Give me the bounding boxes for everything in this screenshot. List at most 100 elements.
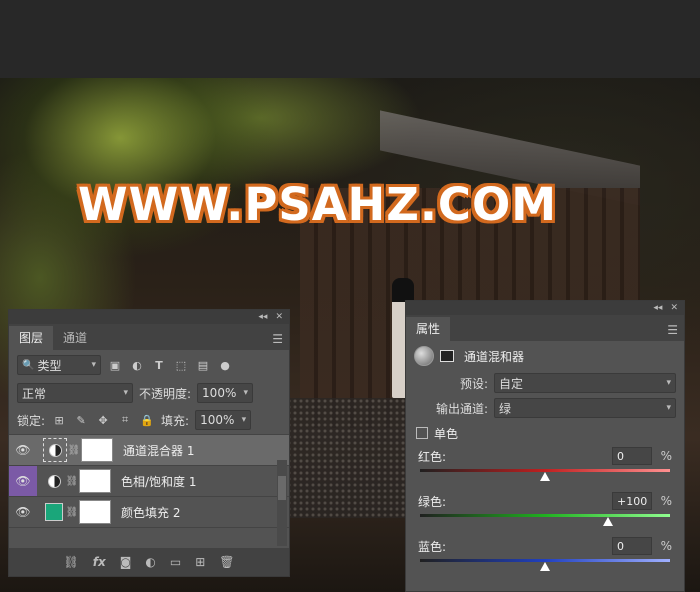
adjustment-filter-icon[interactable]: ◐ [129,357,145,373]
fx-button[interactable]: fx [93,555,106,569]
kind-filter-select[interactable]: 🔍 类型 ▾ [17,355,101,375]
output-channel-label: 输出通道: [435,401,488,416]
fill-color-swatch [45,503,63,521]
adjustment-layer-icon [43,470,65,492]
layer-name: 通道混合器 1 [123,443,195,458]
slider-value-input[interactable]: 0 [612,537,652,555]
opacity-value: 100% [202,386,237,400]
preset-row: 预设: 自定 ▾ [406,371,684,395]
slider-label-row: 红色: 0 % [406,445,684,467]
output-channel-value: 绿 [499,401,512,416]
layer-name: 色相/饱和度 1 [121,474,197,489]
artboard-icon[interactable]: ⌗ [117,412,133,428]
image-filter-icon[interactable]: ▣ [107,357,123,373]
new-adjustment-icon[interactable]: ◐ [145,555,155,569]
link-chain-icon: ⛓ [67,444,81,456]
monochrome-checkbox[interactable] [416,427,428,439]
layer-row-hue-saturation[interactable]: 👁 ⛓ 色相/饱和度 1 [9,465,289,496]
gravel-ground [280,398,420,518]
output-channel-select[interactable]: 绿 ▾ [494,398,676,418]
lock-all-icon[interactable]: 🔒 [139,412,155,428]
visibility-eye-icon[interactable]: 👁 [9,466,37,496]
panel-menu-icon[interactable]: ☰ [272,332,283,346]
slider-label: 绿色: [418,494,447,509]
slider-list: 红色: 0 % 绿色: +100 % 蓝色: 0 % [406,445,684,571]
chevron-down-icon: ▾ [243,388,249,398]
slider-label: 红色: [418,449,447,464]
layers-footer: ⛓ fx ◙ ◐ ▭ ⊞ 🗑 [9,548,289,576]
close-icon[interactable]: ✕ [670,303,678,313]
new-group-icon[interactable]: ▭ [170,555,181,569]
blend-mode-select[interactable]: 正常 ▾ [17,383,133,403]
layer-mask-thumbnail [81,438,113,462]
opacity-input[interactable]: 100% ▾ [197,383,254,403]
visibility-eye-icon[interactable]: 👁 [9,505,37,519]
slider-red: 红色: 0 % [406,445,684,481]
mask-icon[interactable] [440,350,454,362]
blend-row: 正常 ▾ 不透明度: 100% ▾ [9,380,289,406]
filter-toggle-icon[interactable]: ● [217,357,233,373]
chevron-down-icon: ▾ [666,403,671,413]
properties-title-row: 通道混和器 [406,341,684,371]
lock-position-icon[interactable]: ✥ [95,412,111,428]
slider-track[interactable] [420,514,670,526]
chevron-down-icon: ▾ [241,415,247,425]
lock-transparent-icon[interactable]: ⊞ [51,412,67,428]
link-chain-icon: ⛓ [65,475,79,487]
percent-sign: % [660,494,672,508]
slider-knob[interactable] [540,472,550,481]
collapse-icon[interactable]: ◂◂ [653,303,662,313]
shape-filter-icon[interactable]: ⬚ [173,357,189,373]
link-layers-icon[interactable]: ⛓ [64,555,79,569]
scrollbar-thumb[interactable] [278,476,286,500]
opacity-label: 不透明度: [139,386,192,401]
slider-track[interactable] [420,559,670,571]
properties-panel: ◂◂ ✕ 属性 ☰ 通道混和器 预设: 自定 ▾ 输出通道: 绿 ▾ 单色 红色… [405,300,685,592]
properties-tabbar: 属性 ☰ [406,315,684,341]
layers-panel: ◂◂ ✕ 图层 通道 ☰ 🔍 类型 ▾ ▣ ◐ T ⬚ ▤ ● 正常 ▾ 不透明… [8,309,290,577]
slider-value-input[interactable]: 0 [612,447,652,465]
slider-value-input[interactable]: +100 [612,492,652,510]
slider-green: 绿色: +100 % [406,490,684,526]
trash-icon[interactable]: 🗑 [219,555,234,569]
panel-menu-icon[interactable]: ☰ [667,323,678,337]
percent-sign: % [660,449,672,463]
visibility-eye-icon[interactable]: 👁 [9,443,37,457]
lock-pixels-icon[interactable]: ✎ [73,412,89,428]
preset-select[interactable]: 自定 ▾ [494,373,676,393]
link-chain-icon: ⛓ [65,506,79,518]
tab-layers[interactable]: 图层 [9,326,54,350]
tab-properties[interactable]: 属性 [406,317,451,341]
slider-label-row: 绿色: +100 % [406,490,684,512]
properties-title: 通道混和器 [464,349,525,364]
kind-filter-value: 类型 [37,358,62,373]
panel-header: ◂◂ ✕ [406,301,684,315]
text-filter-icon[interactable]: T [151,357,167,373]
slider-knob[interactable] [602,517,613,526]
monochrome-label: 单色 [434,426,459,441]
filter-row: 🔍 类型 ▾ ▣ ◐ T ⬚ ▤ ● [9,350,289,380]
lock-row: 锁定: ⊞ ✎ ✥ ⌗ 🔒 填充: 100% ▾ [9,406,289,434]
slider-track[interactable] [420,469,670,481]
layer-row-channel-mixer[interactable]: 👁 ⛓ 通道混合器 1 [9,434,289,465]
new-layer-icon[interactable]: ⊞ [195,555,205,569]
layer-row-color-fill[interactable]: 👁 ⛓ 颜色填充 2 [9,496,289,527]
layers-scrollbar[interactable] [277,460,287,546]
add-mask-icon[interactable]: ◙ [120,555,132,569]
fill-value: 100% [200,413,235,427]
layer-row-partial[interactable] [9,527,289,538]
watermark-text: WWW.PSAHZ.COM [78,178,557,231]
fill-label: 填充: [161,413,190,428]
slider-knob[interactable] [540,562,550,571]
close-icon[interactable]: ✕ [275,312,283,322]
fill-input[interactable]: 100% ▾ [195,410,252,430]
collapse-icon[interactable]: ◂◂ [258,312,267,322]
layers-tabbar: 图层 通道 ☰ [9,324,289,350]
preset-label: 预设: [459,376,488,391]
layer-name: 颜色填充 2 [121,505,181,520]
layer-mask-thumbnail [79,500,111,524]
monochrome-row: 单色 [406,421,684,445]
preset-value: 自定 [499,376,524,391]
tab-channels[interactable]: 通道 [53,326,97,350]
smart-object-filter-icon[interactable]: ▤ [195,357,211,373]
